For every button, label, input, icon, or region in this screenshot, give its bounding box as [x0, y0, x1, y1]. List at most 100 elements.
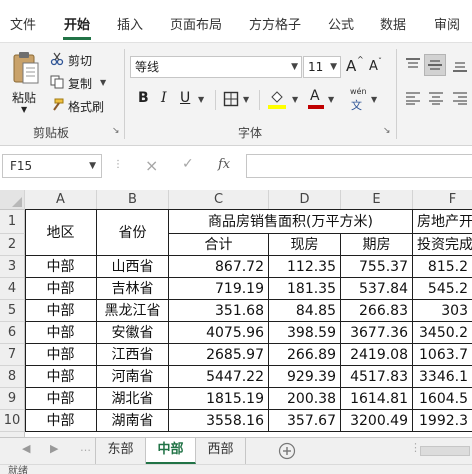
header-invest-line1[interactable]: 房地产开 — [413, 210, 472, 234]
cell-invest[interactable]: 545.2 — [413, 278, 472, 300]
underline-dropdown-icon[interactable]: ▼ — [198, 95, 204, 104]
cell-spot[interactable]: 357.67 — [269, 410, 341, 432]
row-header[interactable]: 9 — [0, 388, 25, 410]
font-color-button[interactable]: A — [306, 88, 326, 110]
cell-total[interactable]: 5447.22 — [169, 366, 269, 388]
grow-font-button[interactable]: A ^ — [346, 55, 364, 77]
tab-file[interactable]: 文件 — [10, 17, 36, 35]
cut-button[interactable]: 剪切 — [50, 51, 112, 69]
clipboard-launcher-icon[interactable]: ↘ — [112, 127, 121, 136]
cancel-icon[interactable]: × — [145, 156, 158, 175]
tab-ffcell[interactable]: 方方格子 — [249, 17, 301, 35]
row-header[interactable]: 4 — [0, 278, 25, 300]
column-header[interactable]: E — [341, 190, 413, 210]
cell-futures[interactable]: 537.84 — [341, 278, 413, 300]
cell-region[interactable]: 中部 — [25, 256, 97, 278]
cell-province[interactable]: 山西省 — [97, 256, 169, 278]
cell-invest[interactable]: 815.2 — [413, 256, 472, 278]
header-sales-area[interactable]: 商品房销售面积(万平方米) — [169, 210, 413, 234]
sheet-tab-central[interactable]: 中部 — [146, 438, 196, 464]
sheet-tab-east[interactable]: 东部 — [96, 438, 146, 464]
row-header[interactable]: 2 — [0, 234, 25, 256]
copy-dropdown-icon[interactable]: ▼ — [100, 78, 106, 87]
borders-icon[interactable] — [223, 91, 239, 107]
row-header[interactable]: 3 — [0, 256, 25, 278]
row-header[interactable]: 5 — [0, 300, 25, 322]
tab-home[interactable]: 开始 — [64, 17, 90, 35]
cell-total[interactable]: 1815.19 — [169, 388, 269, 410]
column-header[interactable]: A — [25, 190, 97, 210]
header-spot[interactable]: 现房 — [269, 234, 341, 256]
font-color-dropdown-icon[interactable]: ▼ — [328, 95, 334, 104]
cell-province[interactable]: 安徽省 — [97, 322, 169, 344]
cell-futures[interactable]: 266.83 — [341, 300, 413, 322]
phonetic-button[interactable]: wén 文 — [348, 87, 370, 112]
align-right-icon[interactable] — [452, 91, 468, 105]
formula-input[interactable] — [246, 154, 472, 178]
underline-button[interactable]: U — [180, 90, 190, 106]
cell-region[interactable]: 中部 — [25, 388, 97, 410]
cell-invest[interactable]: 3346.1 — [413, 366, 472, 388]
horizontal-scrollbar[interactable] — [420, 446, 470, 456]
align-middle-button[interactable] — [424, 54, 446, 76]
cell-spot[interactable]: 929.39 — [269, 366, 341, 388]
row-header[interactable]: 1 — [0, 210, 25, 234]
phonetic-dropdown-icon[interactable]: ▼ — [371, 95, 377, 104]
header-region[interactable]: 地区 — [25, 210, 97, 256]
paste-dropdown-icon[interactable]: ▼ — [21, 105, 27, 114]
fill-color-button[interactable] — [267, 89, 289, 111]
cell-total[interactable]: 351.68 — [169, 300, 269, 322]
column-header[interactable]: C — [169, 190, 269, 210]
cell-invest[interactable]: 303 — [413, 300, 472, 322]
cell-spot[interactable]: 200.38 — [269, 388, 341, 410]
cell-futures[interactable]: 2419.08 — [341, 344, 413, 366]
cell-spot[interactable]: 266.89 — [269, 344, 341, 366]
shrink-font-button[interactable]: Aˇ — [369, 57, 387, 79]
cell-province[interactable]: 黑龙江省 — [97, 300, 169, 322]
cell-region[interactable]: 中部 — [25, 344, 97, 366]
header-total[interactable]: 合计 — [169, 234, 269, 256]
align-top-icon[interactable] — [405, 58, 421, 72]
header-futures[interactable]: 期房 — [341, 234, 413, 256]
cell-futures[interactable]: 3677.36 — [341, 322, 413, 344]
header-invest-line2[interactable]: 投资完成 — [413, 234, 472, 256]
cell-futures[interactable]: 755.37 — [341, 256, 413, 278]
cell-futures[interactable]: 4517.83 — [341, 366, 413, 388]
prev-sheet-icon[interactable]: ◀ — [22, 442, 30, 455]
cell-province[interactable]: 湖北省 — [97, 388, 169, 410]
cell-total[interactable]: 3558.16 — [169, 410, 269, 432]
tab-insert[interactable]: 插入 — [117, 17, 143, 35]
name-box[interactable]: F15 ▼ — [2, 154, 102, 178]
insert-function-icon[interactable]: fx — [218, 157, 230, 172]
select-all-corner[interactable] — [0, 190, 25, 210]
column-header[interactable]: F — [413, 190, 472, 210]
tab-page-layout[interactable]: 页面布局 — [170, 17, 222, 35]
paste-button[interactable]: 粘贴 ▼ — [6, 49, 44, 119]
add-sheet-icon[interactable] — [278, 442, 296, 460]
row-header[interactable]: 6 — [0, 322, 25, 344]
format-painter-button[interactable]: 格式刷 — [50, 97, 112, 115]
cell-region[interactable]: 中部 — [25, 322, 97, 344]
cell-invest[interactable]: 1992.3 — [413, 410, 472, 432]
cell-total[interactable]: 867.72 — [169, 256, 269, 278]
row-header[interactable]: 10 — [0, 410, 25, 432]
tab-review[interactable]: 审阅 — [434, 17, 460, 35]
header-province[interactable]: 省份 — [97, 210, 169, 256]
fill-dropdown-icon[interactable]: ▼ — [292, 95, 298, 104]
cell-province[interactable]: 湖南省 — [97, 410, 169, 432]
row-header[interactable]: 7 — [0, 344, 25, 366]
font-launcher-icon[interactable]: ↘ — [383, 127, 392, 136]
bold-button[interactable]: B — [138, 90, 149, 106]
cell-total[interactable]: 4075.96 — [169, 322, 269, 344]
next-sheet-icon[interactable]: ▶ — [50, 442, 58, 455]
align-left-icon[interactable] — [405, 91, 421, 105]
tab-formulas[interactable]: 公式 — [328, 17, 354, 35]
cell-region[interactable]: 中部 — [25, 278, 97, 300]
more-icon[interactable]: … — [80, 441, 91, 454]
cell-spot[interactable]: 84.85 — [269, 300, 341, 322]
cell-futures[interactable]: 1614.81 — [341, 388, 413, 410]
copy-button[interactable]: 复制 ▼ — [50, 74, 112, 92]
cell-region[interactable]: 中部 — [25, 366, 97, 388]
column-header[interactable]: B — [97, 190, 169, 210]
cell-invest[interactable]: 3450.2 — [413, 322, 472, 344]
